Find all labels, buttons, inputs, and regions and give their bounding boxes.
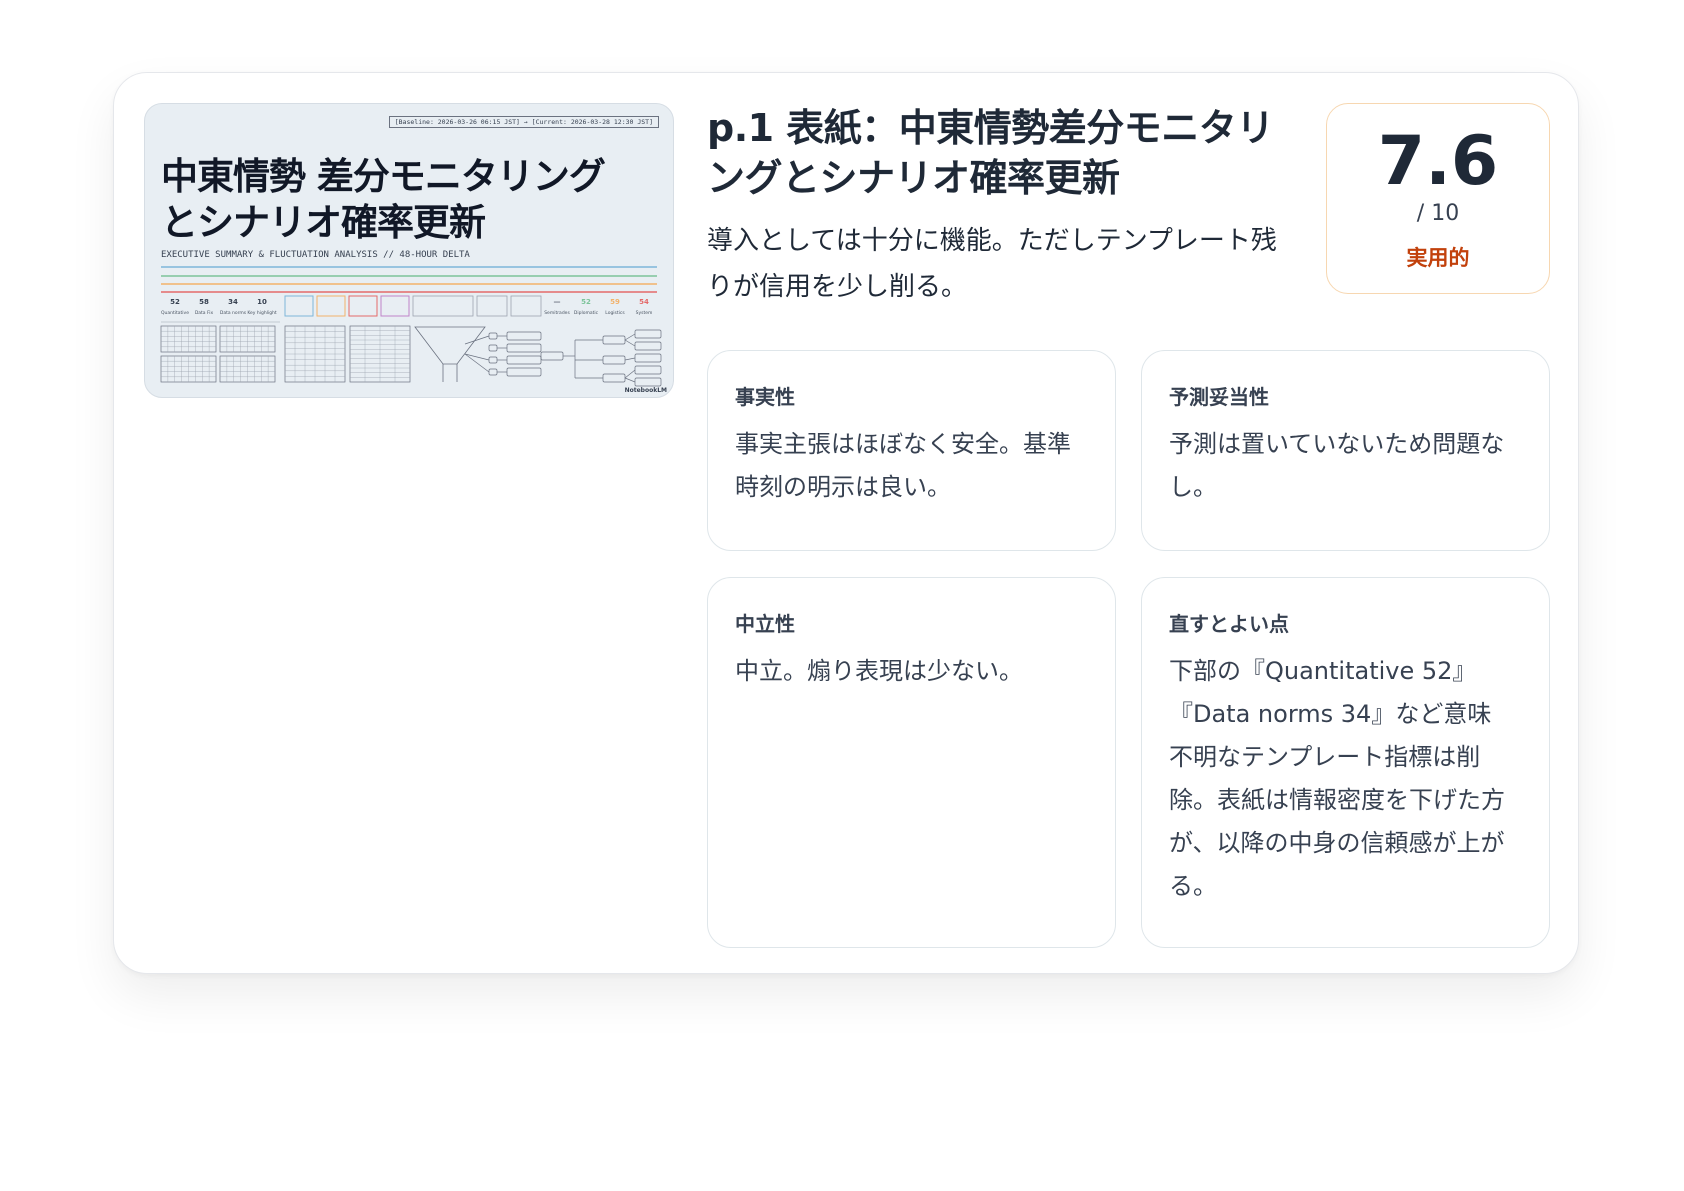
criterion-body: 下部の『Quantitative 52』『Data norms 34』など意味不… [1169, 657, 1505, 900]
slide-scenario-label: Logistics [605, 310, 625, 316]
score-value: 7.6 [1377, 122, 1499, 201]
slide-scenario-label: Diplomatic [574, 310, 599, 316]
score-max: / 10 [1416, 201, 1460, 226]
slide-stat-label: Data norms [220, 310, 247, 316]
score-badge: 7.6 / 10 実用的 [1326, 103, 1550, 294]
slide-scenario-label: Semitrades [544, 310, 570, 316]
slide-scenario-value: 54 [639, 298, 649, 306]
criterion-heading: 中立性 [735, 612, 795, 636]
criterion-card-improvements: 直すとよい点 下部の『Quantitative 52』『Data norms 3… [1141, 577, 1550, 948]
slide-stat-value: 34 [228, 298, 238, 306]
evaluation-card: [Baseline: 2026-03-26 06:15 JST] → [Curr… [113, 72, 1579, 974]
slide-stat-label: Data Fix [195, 310, 214, 316]
slide-stat-value: 52 [170, 298, 180, 306]
slide-diagram-area: 52 Quantitative 58 Data Fix 34 Data norms 10 Ke… [160, 266, 662, 387]
criterion-body: 中立。煽り表現は少ない。 [735, 657, 1023, 685]
score-label: 実用的 [1406, 246, 1470, 270]
slide-scenario-value: 59 [610, 298, 620, 306]
criterion-card-factuality: 事実性 事実主張はほぼなく安全。基準時刻の明示は良い。 [707, 350, 1116, 551]
criterion-body: 予測は置いていないため問題なし。 [1169, 430, 1505, 501]
slide-scenario-label: System [636, 310, 653, 316]
slide-thumbnail[interactable]: [Baseline: 2026-03-26 06:15 JST] → [Curr… [144, 103, 674, 398]
summary-text: 導入としては十分に機能。ただしテンプレート残りが信用を少し削る。 [707, 226, 1277, 302]
criterion-heading: 直すとよい点 [1169, 612, 1289, 636]
page-title: p.1 表紙：中東情勢差分モニタリングとシナリオ確率更新 [707, 106, 1274, 200]
criterion-body: 事実主張はほぼなく安全。基準時刻の明示は良い。 [735, 430, 1071, 501]
slide-logo: NotebookLM [624, 387, 667, 394]
slide-stat-value: 10 [257, 298, 267, 306]
slide-stat-label: Quantitative [161, 310, 189, 316]
slide-scenario-value: — [554, 298, 561, 306]
criterion-heading: 事実性 [735, 385, 795, 409]
criterion-heading: 予測妥当性 [1169, 385, 1269, 409]
criterion-card-forecast: 予測妥当性 予測は置いていないため問題なし。 [1141, 350, 1550, 551]
criterion-card-neutrality: 中立性 中立。煽り表現は少ない。 [707, 577, 1116, 948]
slide-scenario-value: 52 [581, 298, 591, 306]
slide-stat-value: 58 [199, 298, 209, 306]
slide-stat-label: Key highlight [247, 310, 277, 316]
